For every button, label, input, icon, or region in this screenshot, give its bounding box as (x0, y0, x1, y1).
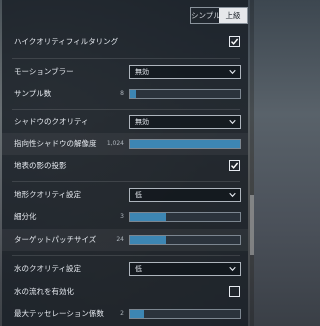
max-tessellation-value: 2 (120, 310, 124, 317)
sample-count-value: 8 (120, 90, 124, 97)
hq-filtering-checkbox[interactable] (229, 36, 240, 47)
chevron-down-icon (229, 266, 236, 272)
scrollbar[interactable] (250, 0, 254, 326)
setting-row-terrain-shadow: 地表の影の投影 (2, 155, 248, 177)
setting-row-shadow-quality: シャドウのクオリティ 無効 (2, 111, 248, 133)
max-tessellation-fill (130, 310, 145, 318)
check-icon (230, 38, 239, 45)
target-patch-size-fill (130, 236, 167, 244)
setting-row-shadow-resolution: 指向性シャドウの解像度 1,024 (2, 133, 248, 155)
hq-filtering-label: ハイクオリティフィルタリング (14, 37, 119, 46)
terrain-quality-select[interactable]: 低 (129, 188, 241, 202)
setting-row-terrain-quality: 地形クオリティ設定 低 (2, 184, 248, 206)
setting-row-hq-filtering: ハイクオリティフィルタリング (2, 31, 248, 53)
subdivision-fill (130, 213, 167, 221)
target-patch-size-label: ターゲットパッチサイズ (14, 235, 97, 244)
terrain-shadow-label: 地表の影の投影 (14, 161, 67, 170)
subdivision-value: 3 (120, 213, 124, 220)
simple-mode-button[interactable]: シンプル (191, 8, 219, 23)
max-tessellation-label: 最大テッセレーション係数 (14, 309, 104, 318)
shadow-quality-value: 無効 (135, 118, 149, 126)
target-patch-size-value: 24 (116, 236, 124, 243)
setting-row-target-patch-size: ターゲットパッチサイズ 24 (2, 229, 248, 251)
chevron-down-icon (229, 69, 236, 75)
setting-row-max-tessellation: 最大テッセレーション係数 2 (2, 303, 248, 325)
shadow-resolution-label: 指向性シャドウの解像度 (14, 139, 97, 148)
motion-blur-value: 無効 (135, 68, 149, 76)
check-icon (230, 162, 239, 169)
setting-row-water-flow: 水の流れを有効化 (2, 281, 248, 303)
shadow-resolution-fill (130, 140, 240, 148)
shadow-quality-label: シャドウのクオリティ (14, 117, 89, 126)
chevron-down-icon (229, 119, 236, 125)
water-quality-label: 水のクオリティ設定 (14, 264, 82, 273)
setting-row-water-quality: 水のクオリティ設定 低 (2, 258, 248, 280)
shadow-quality-select[interactable]: 無効 (129, 115, 241, 129)
subdivision-slider[interactable] (129, 212, 241, 222)
shadow-resolution-value: 1,024 (106, 140, 124, 147)
sample-count-label: サンプル数 (14, 89, 52, 98)
water-quality-select[interactable]: 低 (129, 262, 241, 276)
divider (12, 109, 240, 110)
max-tessellation-slider[interactable] (129, 309, 241, 319)
divider (12, 58, 240, 59)
water-flow-checkbox[interactable] (229, 286, 240, 297)
water-quality-value: 低 (135, 265, 142, 273)
sample-count-slider[interactable] (129, 89, 241, 99)
scrollbar-thumb[interactable] (250, 195, 254, 255)
setting-row-subdivision: 細分化 3 (2, 206, 248, 228)
water-flow-label: 水の流れを有効化 (14, 287, 74, 296)
terrain-shadow-checkbox[interactable] (229, 160, 240, 171)
sample-count-fill (130, 90, 136, 98)
divider (12, 255, 240, 256)
setting-row-motion-blur: モーションブラー 無効 (2, 61, 248, 83)
terrain-quality-value: 低 (135, 191, 142, 199)
motion-blur-select[interactable]: 無効 (129, 65, 241, 79)
advanced-mode-button[interactable]: 上級 (219, 8, 247, 23)
divider (12, 181, 240, 182)
target-patch-size-slider[interactable] (129, 235, 241, 245)
terrain-quality-label: 地形クオリティ設定 (14, 190, 82, 199)
shadow-resolution-slider[interactable] (129, 139, 241, 149)
setting-row-sample-count: サンプル数 8 (2, 83, 248, 105)
chevron-down-icon (229, 192, 236, 198)
motion-blur-label: モーションブラー (14, 67, 74, 76)
mode-toggle: シンプル 上級 (190, 7, 248, 24)
subdivision-label: 細分化 (14, 212, 37, 221)
